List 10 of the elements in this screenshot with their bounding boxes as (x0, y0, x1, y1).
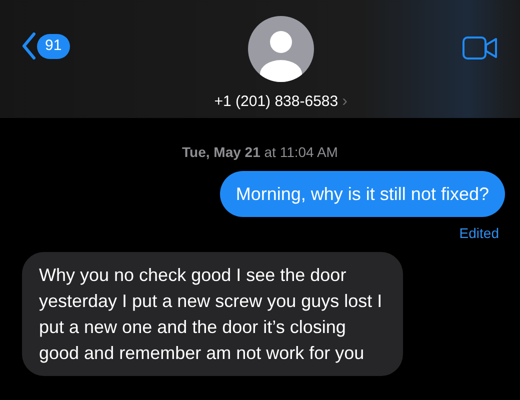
contact-avatar-icon[interactable] (248, 16, 314, 82)
back-chevron-icon (22, 32, 36, 60)
unread-count-badge: 91 (37, 34, 70, 58)
back-button[interactable]: 91 (22, 32, 70, 60)
timestamp: Tue, May 21 at 11:04 AM (182, 143, 338, 162)
received-message-bubble: Why you no check good I see the door yesterday I put a new screw you guys lost I put a new one and the door it’s closing good and remember am not work for you (22, 252, 403, 376)
video-call-icon[interactable] (462, 36, 498, 60)
edited-label[interactable]: Edited (459, 223, 505, 244)
contact-name-link[interactable]: +1 (201) 838-6583 › (214, 90, 348, 114)
sent-message-bubble: Morning, why is it still not fixed? (220, 171, 505, 217)
